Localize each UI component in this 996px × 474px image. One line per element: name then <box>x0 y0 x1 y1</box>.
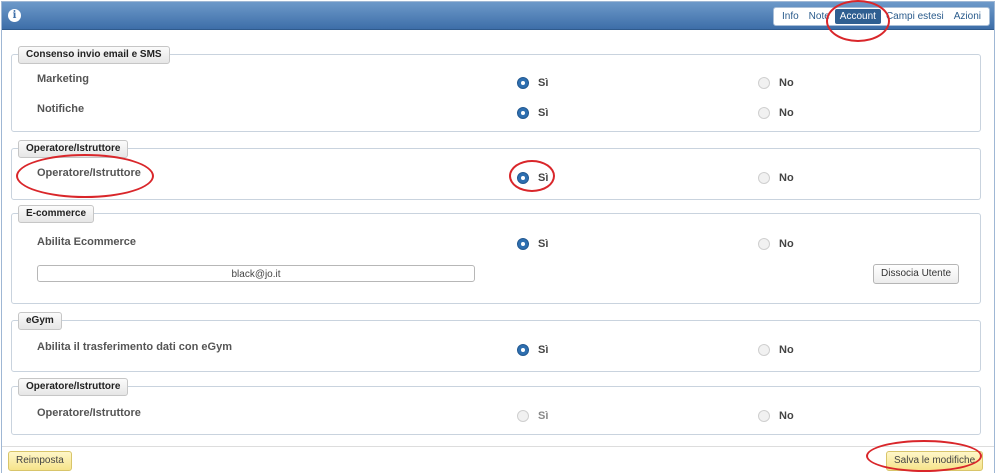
notifiche-yes-radio[interactable] <box>517 107 529 119</box>
operator-section-2: Operatore/Istruttore Operatore/Istruttor… <box>11 378 981 435</box>
operator2-no-label: No <box>779 410 794 422</box>
operator-label: Operatore/Istruttore <box>37 167 141 179</box>
ecommerce-no-radio[interactable] <box>758 238 770 250</box>
account-panel: i Info Note Account Campi estesi Azioni … <box>1 1 995 473</box>
operator-section-1: Operatore/Istruttore Operatore/Istruttor… <box>11 140 981 200</box>
egym-yes-label: Sì <box>538 344 549 356</box>
tab-strip: Info Note Account Campi estesi Azioni <box>772 7 990 26</box>
section-legend: Consenso invio email e SMS <box>18 46 170 64</box>
notifiche-no-radio[interactable] <box>758 107 770 119</box>
marketing-yes-radio[interactable] <box>517 77 529 89</box>
tab-account[interactable]: Account <box>834 9 881 24</box>
operator2-no-radio[interactable] <box>758 410 770 422</box>
operator-yes-radio[interactable] <box>517 172 529 184</box>
tab-azioni[interactable]: Azioni <box>949 9 986 24</box>
ecommerce-no-label: No <box>779 238 794 250</box>
tab-note[interactable]: Note <box>804 9 835 24</box>
ecommerce-section: E-commerce Abilita Ecommerce Sì No black… <box>11 205 981 304</box>
notifiche-yes-label: Sì <box>538 107 549 119</box>
notifiche-label: Notifiche <box>37 103 85 115</box>
section-legend: Operatore/Istruttore <box>18 140 129 158</box>
operator2-yes-label: Sì <box>538 410 549 422</box>
egym-yes-radio[interactable] <box>517 344 529 356</box>
notifiche-no-label: No <box>779 107 794 119</box>
section-legend: E-commerce <box>18 205 95 223</box>
dissocia-utente-button[interactable]: Dissocia Utente <box>873 264 960 284</box>
egym-no-radio[interactable] <box>758 344 770 356</box>
egym-label: Abilita il trasferimento dati con eGym <box>37 341 232 353</box>
ecommerce-yes-radio[interactable] <box>517 238 529 250</box>
marketing-yes-label: Sì <box>538 77 549 89</box>
ecommerce-label: Abilita Ecommerce <box>37 236 137 248</box>
ecommerce-yes-label: Sì <box>538 238 549 250</box>
egym-no-label: No <box>779 344 794 356</box>
panel-footer: Reimposta Salva le modifiche <box>2 446 994 473</box>
marketing-label: Marketing <box>37 73 89 85</box>
marketing-no-label: No <box>779 77 794 89</box>
operator2-label: Operatore/Istruttore <box>37 407 141 419</box>
operator-no-label: No <box>779 172 794 184</box>
operator-yes-label: Sì <box>538 172 549 184</box>
ecommerce-email-field[interactable]: black@jo.it <box>37 265 475 282</box>
reimposta-button[interactable]: Reimposta <box>8 451 72 471</box>
consent-section: Consenso invio email e SMS Marketing Sì … <box>11 46 981 132</box>
section-legend: Operatore/Istruttore <box>18 378 129 396</box>
panel-titlebar: i Info Note Account Campi estesi Azioni <box>2 2 994 30</box>
operator2-yes-radio[interactable] <box>517 410 529 422</box>
section-legend: eGym <box>18 312 62 330</box>
operator-no-radio[interactable] <box>758 172 770 184</box>
marketing-no-radio[interactable] <box>758 77 770 89</box>
tab-info[interactable]: Info <box>777 9 804 24</box>
egym-section: eGym Abilita il trasferimento dati con e… <box>11 312 981 372</box>
info-icon[interactable]: i <box>8 9 21 22</box>
salva-modifiche-button[interactable]: Salva le modifiche <box>886 451 984 471</box>
tab-campi-estesi[interactable]: Campi estesi <box>881 9 949 24</box>
